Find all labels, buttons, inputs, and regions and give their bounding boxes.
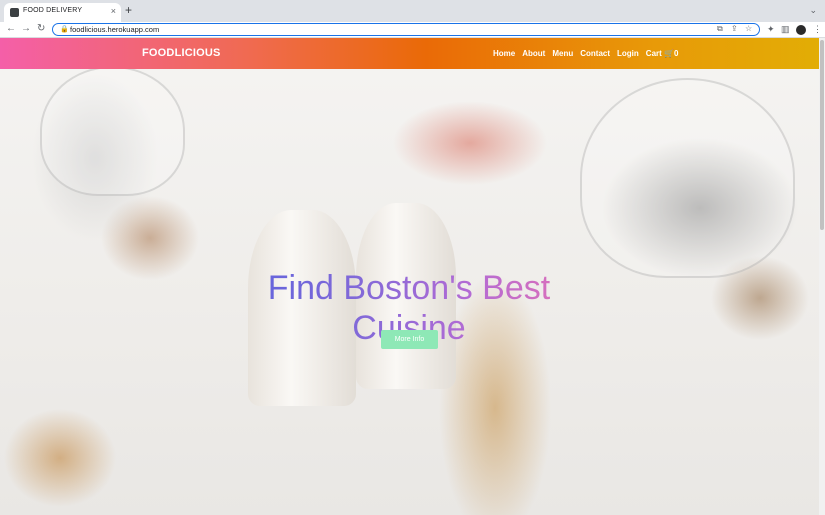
close-tab-icon[interactable]: × xyxy=(111,6,116,16)
url-text: foodlicious.herokuapp.com xyxy=(70,25,160,34)
site-navbar: FOODLICIOUS Home About Menu Contact Logi… xyxy=(0,38,819,69)
back-icon[interactable]: ← xyxy=(6,23,16,35)
nav-links: Home About Menu Contact Login Cart 🛒0 xyxy=(493,49,678,58)
more-info-button[interactable]: More Info xyxy=(381,330,438,349)
tab-search-icon[interactable]: ⌄ xyxy=(809,5,817,16)
cart-icon: 🛒 xyxy=(664,49,675,58)
nav-login[interactable]: Login xyxy=(617,49,639,58)
forward-icon[interactable]: → xyxy=(21,23,31,35)
nav-home[interactable]: Home xyxy=(493,49,515,58)
site-logo[interactable]: FOODLICIOUS xyxy=(142,47,221,59)
browser-toolbar: ← → ↻ 🔒 foodlicious.herokuapp.com ⧉ ⇪ ☆ … xyxy=(0,22,825,38)
tab-title: FOOD DELIVERY xyxy=(23,7,83,14)
page-scrollbar[interactable] xyxy=(819,38,825,515)
cart-label: Cart xyxy=(645,49,662,58)
browser-tab-bar: FOOD DELIVERY × + ⌄ xyxy=(0,0,825,22)
nav-menu[interactable]: Menu xyxy=(552,49,573,58)
lock-icon: 🔒 xyxy=(60,26,69,33)
nav-cart[interactable]: Cart 🛒0 xyxy=(646,49,679,58)
bookmark-star-icon[interactable]: ☆ xyxy=(745,24,752,33)
nav-about[interactable]: About xyxy=(522,49,545,58)
hero-title-container: Find Boston's Best Cuisine xyxy=(208,268,610,347)
wine-glass-image xyxy=(580,78,795,278)
new-tab-icon[interactable]: + xyxy=(125,4,132,16)
address-bar[interactable]: 🔒 foodlicious.herokuapp.com ⧉ ⇪ ☆ xyxy=(52,23,760,36)
scrollbar-thumb[interactable] xyxy=(820,40,824,230)
extensions-icon[interactable]: ✦ xyxy=(767,24,775,34)
share-icon[interactable]: ⇪ xyxy=(731,24,738,33)
wine-glass-left-image xyxy=(40,66,185,196)
profile-avatar[interactable] xyxy=(796,25,806,35)
install-app-icon[interactable]: ⧉ xyxy=(717,24,723,34)
browser-tab[interactable]: FOOD DELIVERY × xyxy=(4,3,121,22)
reload-icon[interactable]: ↻ xyxy=(37,23,45,35)
browser-menu-icon[interactable]: ⋮ xyxy=(813,24,822,34)
cart-count: 0 xyxy=(674,49,679,58)
favicon-icon xyxy=(10,8,19,17)
side-panel-icon[interactable]: ▥ xyxy=(781,24,790,34)
page-viewport: FOODLICIOUS Home About Menu Contact Logi… xyxy=(0,38,825,515)
nav-contact[interactable]: Contact xyxy=(580,49,610,58)
